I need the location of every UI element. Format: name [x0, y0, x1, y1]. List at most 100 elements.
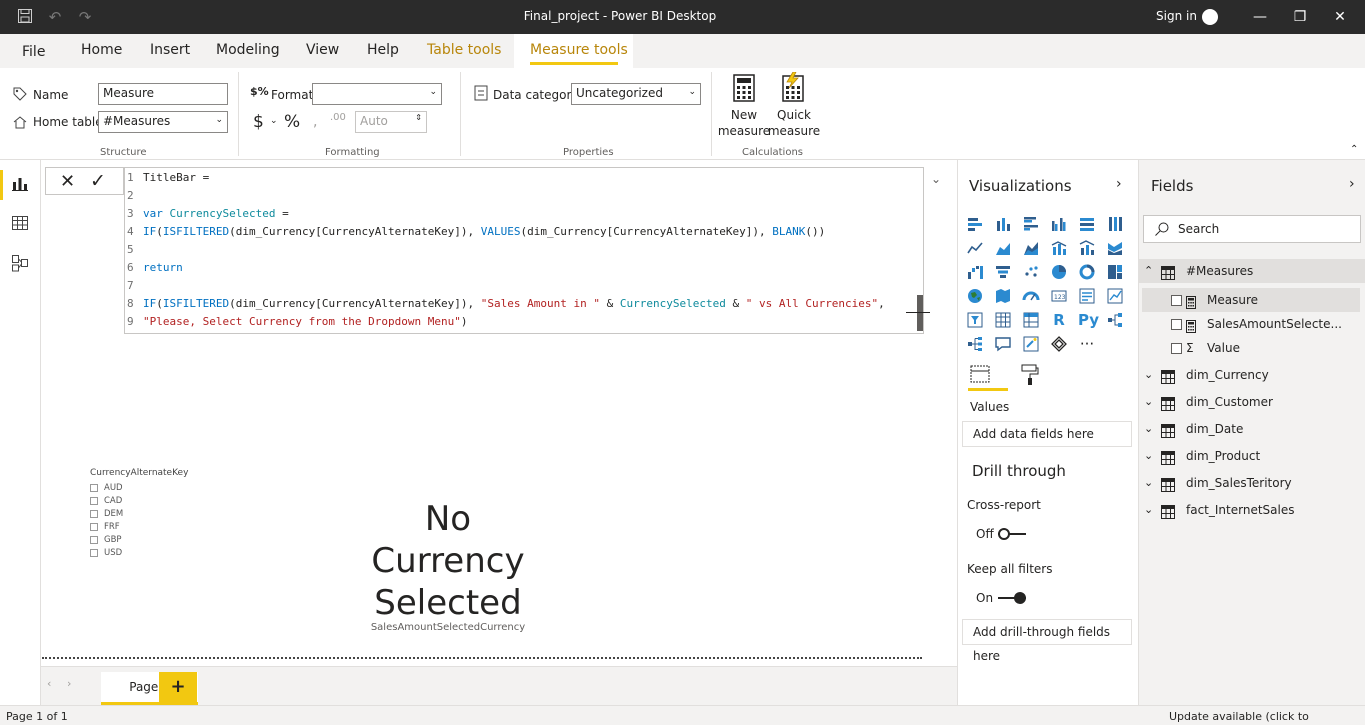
fields-search-input[interactable]: Search — [1143, 215, 1361, 243]
close-icon[interactable]: ✕ — [1330, 7, 1350, 27]
commit-formula-icon[interactable]: ✓ — [90, 170, 106, 192]
chevron-down-icon[interactable]: ⌄ — [270, 116, 278, 126]
map-icon[interactable] — [966, 287, 984, 305]
chevron-down-icon[interactable]: ⌄ — [1144, 390, 1153, 414]
report-view-icon[interactable] — [11, 174, 31, 194]
area-chart-icon[interactable] — [994, 239, 1012, 257]
editor-resize-handle[interactable] — [906, 312, 930, 313]
update-available-link[interactable]: Update available (click to download) — [1169, 710, 1365, 725]
100-stacked-bar-icon[interactable] — [1078, 215, 1096, 233]
restore-icon[interactable]: ❐ — [1290, 7, 1310, 27]
minimize-icon[interactable]: — — [1250, 7, 1270, 27]
field-row[interactable]: Measure — [1142, 288, 1360, 312]
chevron-right-icon[interactable]: › — [1349, 176, 1355, 192]
collapse-ribbon-icon[interactable]: ⌃ — [1350, 144, 1358, 155]
ribbon-chart-icon[interactable] — [1106, 239, 1124, 257]
tab-insert[interactable]: Insert — [150, 42, 190, 58]
chevron-up-icon[interactable]: ⌃ — [1144, 259, 1153, 283]
slicer-item[interactable]: GBP — [90, 534, 122, 547]
tab-help[interactable]: Help — [367, 42, 399, 58]
field-checkbox[interactable] — [1171, 295, 1182, 306]
tab-home[interactable]: Home — [81, 42, 122, 58]
model-view-icon[interactable] — [11, 254, 31, 274]
field-checkbox[interactable] — [1171, 319, 1182, 330]
line-stacked-column-icon[interactable] — [1078, 239, 1096, 257]
chevron-right-icon[interactable]: › — [1116, 176, 1122, 192]
field-checkbox[interactable] — [1171, 343, 1182, 354]
field-row[interactable]: SalesAmountSelecte... — [1142, 312, 1360, 336]
format-dropdown[interactable]: ⌄ — [312, 83, 442, 105]
data-category-dropdown[interactable]: Uncategorized ⌄ — [571, 83, 701, 105]
decomposition-tree-icon[interactable] — [966, 335, 984, 353]
sign-in-link[interactable]: Sign in — [1156, 9, 1197, 23]
slicer-item[interactable]: CAD — [90, 495, 122, 508]
cross-report-toggle[interactable] — [998, 528, 1026, 540]
matrix-icon[interactable] — [1022, 311, 1040, 329]
values-drop-well[interactable]: Add data fields here — [962, 421, 1132, 447]
field-table-row[interactable]: ⌄ dim_Date — [1139, 417, 1365, 441]
name-input[interactable]: Measure — [98, 83, 228, 105]
funnel-icon[interactable] — [994, 263, 1012, 281]
checkbox[interactable] — [90, 548, 98, 557]
field-table-row[interactable]: ⌄ dim_SalesTeritory — [1139, 471, 1365, 495]
stacked-area-icon[interactable] — [1022, 239, 1040, 257]
qna-icon[interactable] — [994, 335, 1012, 353]
checkbox[interactable] — [90, 522, 98, 531]
chevron-down-icon[interactable]: ⌄ — [1144, 498, 1153, 522]
tab-measure-tools[interactable]: Measure tools — [530, 42, 628, 58]
smart-narrative-icon[interactable] — [1022, 335, 1040, 353]
more-visuals-icon[interactable]: ··· — [1078, 335, 1096, 353]
clustered-bar-icon[interactable] — [1022, 215, 1040, 233]
filled-map-icon[interactable] — [994, 287, 1012, 305]
expand-editor-icon[interactable]: ⌄ — [931, 172, 941, 186]
table-icon[interactable] — [994, 311, 1012, 329]
slicer-icon[interactable] — [966, 311, 984, 329]
multi-row-card-icon[interactable] — [1078, 287, 1096, 305]
stacked-column-icon[interactable] — [994, 215, 1012, 233]
chevron-down-icon[interactable]: ⌄ — [1144, 363, 1153, 387]
add-page-button[interactable]: + — [159, 672, 197, 704]
line-clustered-column-icon[interactable] — [1050, 239, 1068, 257]
treemap-icon[interactable] — [1106, 263, 1124, 281]
kpi-icon[interactable] — [1106, 287, 1124, 305]
dax-formula-editor[interactable]: 1 TitleBar = 2 3 var CurrencySelected = 4I… — [124, 167, 941, 334]
chevron-down-icon[interactable]: ⌄ — [1144, 417, 1153, 441]
field-table-row[interactable]: ⌄ dim_Product — [1139, 444, 1365, 468]
pie-chart-icon[interactable] — [1050, 263, 1068, 281]
slicer-item[interactable]: FRF — [90, 521, 120, 534]
line-chart-icon[interactable] — [966, 239, 984, 257]
card-value[interactable]: No Currency Selected — [340, 498, 556, 624]
field-table-row[interactable]: ⌃ #Measures — [1139, 259, 1365, 283]
currency-button[interactable]: $ — [253, 112, 264, 132]
gauge-icon[interactable] — [1022, 287, 1040, 305]
slicer-item[interactable]: DEM — [90, 508, 123, 521]
paint-roller-icon[interactable] — [1020, 364, 1040, 390]
checkbox[interactable] — [90, 535, 98, 544]
tab-modeling[interactable]: Modeling — [216, 42, 280, 58]
quick-measure-button[interactable]: Quick measure — [767, 70, 821, 142]
keep-all-filters-toggle[interactable] — [998, 592, 1026, 604]
fields-tab-icon[interactable] — [970, 364, 990, 388]
r-visual-icon[interactable]: R — [1050, 311, 1068, 329]
percent-button[interactable]: % — [284, 112, 300, 132]
chevron-down-icon[interactable]: ⌄ — [1144, 444, 1153, 468]
tab-file[interactable]: File — [22, 44, 45, 60]
field-table-row[interactable]: ⌄ dim_Currency — [1139, 363, 1365, 387]
clustered-column-icon[interactable] — [1050, 215, 1068, 233]
100-stacked-column-icon[interactable] — [1106, 215, 1124, 233]
avatar[interactable] — [1202, 9, 1218, 25]
prev-page-icon[interactable]: ‹ — [47, 677, 51, 690]
drill-through-drop-well[interactable]: Add drill-through fields here — [962, 619, 1132, 663]
python-visual-icon[interactable]: Py — [1078, 311, 1099, 329]
slicer-item[interactable]: USD — [90, 547, 122, 560]
stacked-bar-icon[interactable] — [966, 215, 984, 233]
waterfall-icon[interactable] — [966, 263, 984, 281]
tab-view[interactable]: View — [306, 42, 339, 58]
next-page-icon[interactable]: › — [67, 677, 71, 690]
scatter-icon[interactable] — [1022, 263, 1040, 281]
field-table-row[interactable]: ⌄ fact_InternetSales — [1139, 498, 1365, 522]
power-apps-icon[interactable] — [1050, 335, 1068, 353]
chevron-down-icon[interactable]: ⌄ — [1144, 471, 1153, 495]
donut-chart-icon[interactable] — [1078, 263, 1096, 281]
home-table-dropdown[interactable]: #Measures ⌄ — [98, 111, 228, 133]
